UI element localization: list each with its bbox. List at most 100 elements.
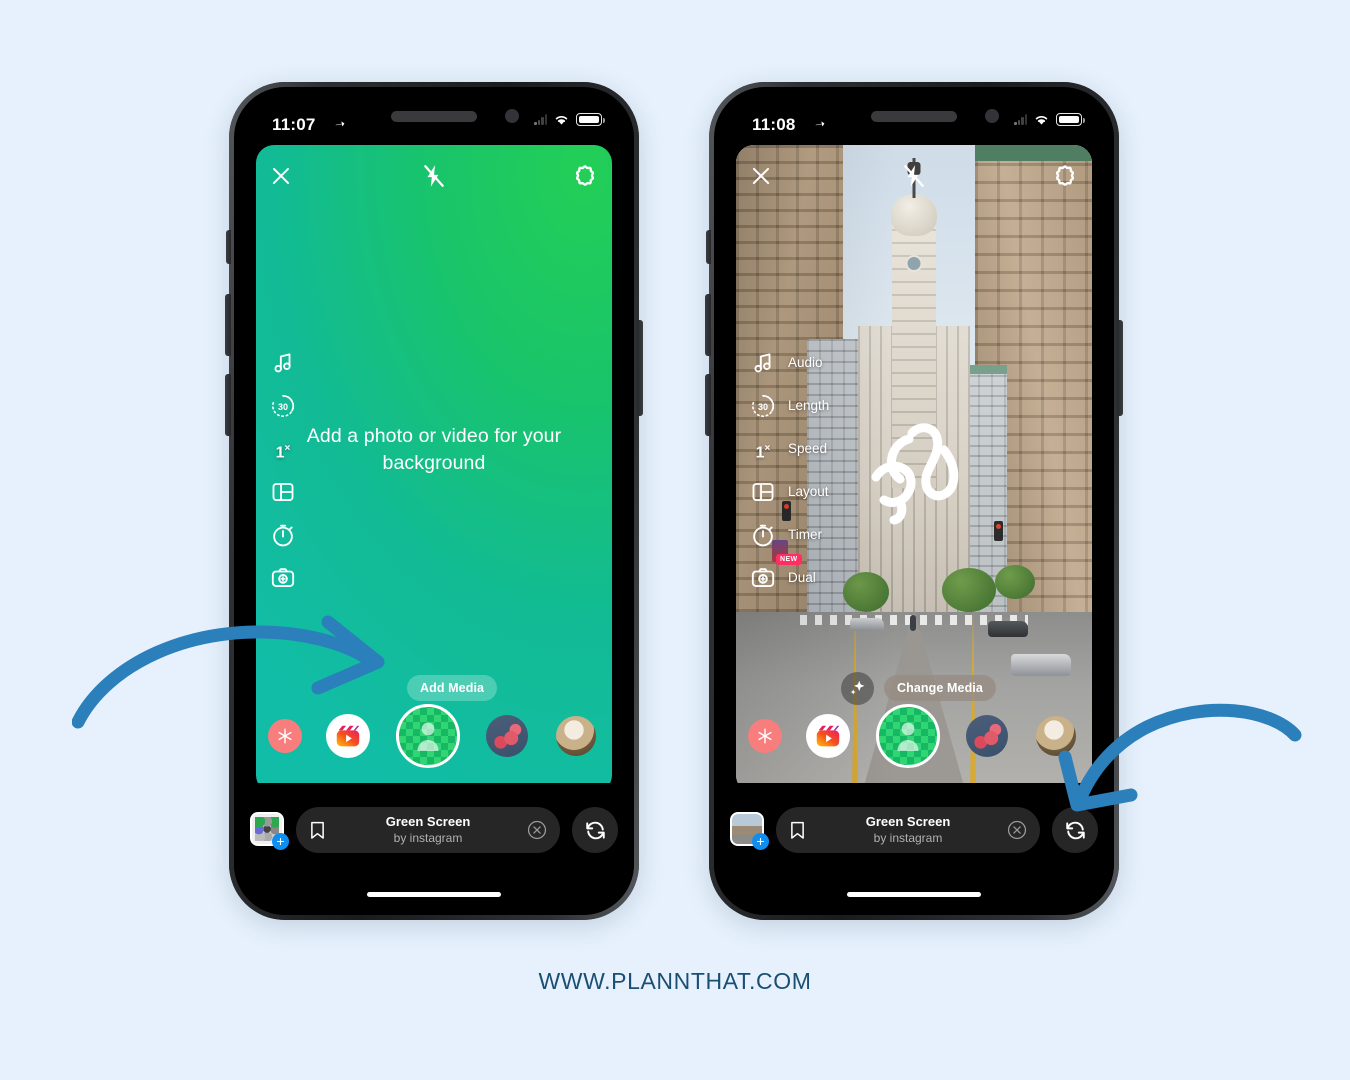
- gallery-thumbnail[interactable]: +: [730, 812, 769, 850]
- svg-text:30: 30: [758, 402, 768, 412]
- location-arrow-icon: ➝: [813, 116, 827, 132]
- bookmark-icon[interactable]: [310, 821, 325, 840]
- effects-carousel-left[interactable]: [256, 701, 612, 771]
- tool-speed[interactable]: 1× Speed: [750, 427, 829, 470]
- status-bar-right: 11:08 ➝: [714, 87, 1114, 143]
- effect-names: Green Screen by instagram: [296, 814, 560, 845]
- tool-dual[interactable]: NEW Dual: [750, 554, 829, 599]
- effect-names: Green Screen by instagram: [776, 814, 1040, 845]
- screen-top-controls-right: [736, 155, 1092, 195]
- clear-circle-icon[interactable]: [527, 820, 547, 840]
- flash-off-icon[interactable]: [901, 163, 927, 189]
- effect-reels[interactable]: [326, 714, 370, 758]
- effect-green-screen[interactable]: [396, 704, 460, 768]
- bookmark-icon[interactable]: [790, 821, 805, 840]
- tool-label-speed: Speed: [788, 441, 828, 456]
- tool-label-length: Length: [788, 398, 830, 413]
- length-30-icon: 30: [270, 393, 296, 419]
- volume-down-button[interactable]: [225, 374, 231, 436]
- speaker-notch: [391, 111, 477, 122]
- speaker-notch: [871, 111, 957, 122]
- volume-up-button[interactable]: [705, 294, 711, 356]
- layout-grid-icon: [270, 479, 296, 505]
- music-note-icon: [270, 350, 296, 376]
- tool-label-layout: Layout: [788, 484, 829, 499]
- tool-layout[interactable]: Layout: [750, 470, 829, 513]
- snowflake-icon: [278, 728, 292, 744]
- layout-grid-icon: [750, 479, 776, 505]
- volume-down-button[interactable]: [705, 374, 711, 436]
- white-scribble-doodle: [871, 423, 959, 525]
- page-canvas: 11:07 ➝ 30 1× Add a photo or video for y…: [0, 0, 1350, 1080]
- silent-switch[interactable]: [706, 230, 711, 264]
- camera-screen-left[interactable]: Audio 30 Length: [256, 145, 612, 793]
- status-indicators: [534, 113, 605, 126]
- tool-audio[interactable]: Audio: [270, 341, 296, 384]
- status-indicators: [1014, 113, 1085, 126]
- footer-url: WWW.PLANNTHAT.COM: [538, 968, 812, 994]
- effect-title: Green Screen: [865, 814, 951, 830]
- tool-label-timer: Timer: [788, 527, 822, 542]
- add-badge: +: [272, 833, 289, 850]
- location-arrow-icon: ➝: [333, 116, 347, 132]
- flash-off-icon[interactable]: [421, 163, 447, 189]
- wifi-icon: [1035, 116, 1048, 125]
- cellular-signal-icon: [534, 114, 547, 125]
- timer-icon: [270, 522, 296, 548]
- effect-snowflake[interactable]: [748, 719, 782, 753]
- effect-title: Green Screen: [385, 814, 471, 830]
- front-camera-dot: [985, 109, 999, 123]
- effect-green-screen[interactable]: [876, 704, 940, 768]
- sparkles-icon: [850, 680, 865, 695]
- close-icon[interactable]: [750, 165, 772, 187]
- new-badge: NEW: [776, 554, 802, 565]
- tool-length[interactable]: 30 Length: [750, 384, 829, 427]
- cellular-signal-icon: [1014, 114, 1027, 125]
- camera-screen-right[interactable]: Audio 30 Length 1× Speed Layout Timer NE…: [736, 145, 1092, 793]
- effect-flowers[interactable]: [486, 715, 528, 757]
- flip-camera-icon: [585, 821, 605, 839]
- screen-top-controls-left: [256, 155, 612, 195]
- effect-gold-orb[interactable]: [1036, 716, 1076, 756]
- tool-timer[interactable]: Timer: [750, 513, 829, 556]
- phone-left-body: 11:07 ➝ 30 1× Add a photo or video for y…: [234, 87, 634, 915]
- change-media-button[interactable]: Change Media: [884, 675, 996, 701]
- status-bar-left: 11:07 ➝: [234, 87, 634, 143]
- flip-camera-button[interactable]: [1052, 807, 1098, 853]
- effect-snowflake[interactable]: [268, 719, 302, 753]
- tool-audio[interactable]: Audio: [750, 341, 829, 384]
- effects-carousel-right[interactable]: [736, 701, 1092, 771]
- tool-length[interactable]: 30 Length: [270, 384, 296, 427]
- home-indicator: [367, 892, 501, 897]
- person-silhouette-icon: [897, 722, 919, 751]
- power-button[interactable]: [1117, 320, 1123, 416]
- settings-icon[interactable]: [1052, 163, 1078, 189]
- tool-label-dual: Dual: [788, 570, 816, 585]
- gallery-thumbnail[interactable]: +: [250, 812, 289, 850]
- flip-camera-icon: [1065, 821, 1085, 839]
- flip-camera-button[interactable]: [572, 807, 618, 853]
- effect-flowers[interactable]: [966, 715, 1008, 757]
- tool-label-audio: Audio: [788, 355, 823, 370]
- speed-value: 1×: [755, 442, 771, 461]
- battery-full-icon: [1056, 113, 1085, 126]
- close-icon[interactable]: [270, 165, 292, 187]
- reels-icon: [816, 725, 840, 747]
- tool-dual[interactable]: Dual: [270, 556, 296, 599]
- effect-gold-orb[interactable]: [556, 716, 596, 756]
- status-time: 11:07: [272, 115, 316, 134]
- svg-text:30: 30: [278, 402, 288, 412]
- clear-circle-icon[interactable]: [1007, 820, 1027, 840]
- volume-up-button[interactable]: [225, 294, 231, 356]
- effect-info-chip[interactable]: Green Screen by instagram: [296, 807, 560, 853]
- effect-reels[interactable]: [806, 714, 850, 758]
- add-media-button[interactable]: Add Media: [407, 675, 498, 701]
- status-time: 11:08: [752, 115, 796, 134]
- phone-right-body: 11:08 ➝ Audio 30 Length 1× Speed Layout …: [714, 87, 1114, 915]
- settings-icon[interactable]: [572, 163, 598, 189]
- power-button[interactable]: [637, 320, 643, 416]
- silent-switch[interactable]: [226, 230, 231, 264]
- snowflake-icon: [758, 728, 772, 744]
- tool-timer[interactable]: Timer: [270, 513, 296, 556]
- effect-info-chip[interactable]: Green Screen by instagram: [776, 807, 1040, 853]
